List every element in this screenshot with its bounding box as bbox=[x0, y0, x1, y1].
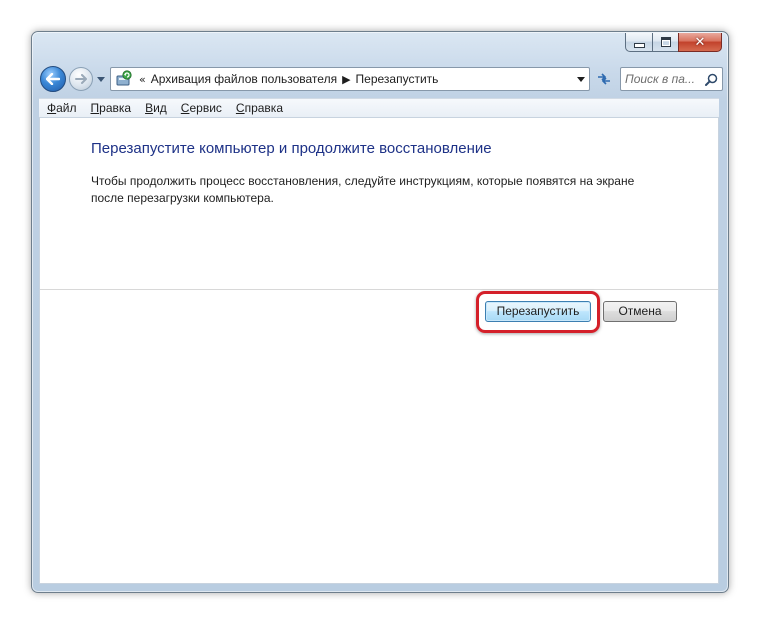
menu-file[interactable]: Файл bbox=[41, 101, 83, 115]
search-input[interactable] bbox=[625, 72, 703, 86]
explorer-window: ✕ « Архивация файлов пользователя ▶ Пере… bbox=[31, 31, 729, 593]
address-dropdown[interactable] bbox=[572, 68, 589, 90]
menu-bar: Файл Правка Вид Сервис Справка bbox=[39, 98, 719, 118]
maximize-button[interactable] bbox=[652, 33, 678, 52]
address-bar[interactable]: « Архивация файлов пользователя ▶ Переза… bbox=[110, 67, 590, 91]
minimize-button[interactable] bbox=[625, 33, 652, 52]
restart-button[interactable]: Перезапустить bbox=[485, 301, 591, 322]
breadcrumb-restart[interactable]: Перезапустить bbox=[356, 72, 439, 86]
back-button[interactable] bbox=[40, 66, 66, 92]
maximize-icon bbox=[660, 37, 671, 47]
page-title: Перезапустите компьютер и продолжите вос… bbox=[91, 140, 492, 157]
chevron-down-icon bbox=[97, 76, 105, 82]
forward-button[interactable] bbox=[69, 67, 93, 91]
breadcrumb-backup-files[interactable]: Архивация файлов пользователя bbox=[151, 72, 337, 86]
search-icon[interactable] bbox=[704, 72, 718, 86]
close-icon: ✕ bbox=[694, 34, 706, 50]
content-pane: Перезапустите компьютер и продолжите вос… bbox=[39, 118, 719, 584]
divider bbox=[40, 289, 718, 290]
chevron-down-icon bbox=[577, 76, 585, 82]
menu-help[interactable]: Справка bbox=[230, 101, 289, 115]
refresh-button[interactable] bbox=[592, 67, 616, 91]
close-button[interactable]: ✕ bbox=[678, 33, 722, 52]
arrow-right-icon bbox=[75, 74, 87, 84]
breadcrumb-separator[interactable]: « bbox=[139, 73, 146, 86]
navigation-bar: « Архивация файлов пользователя ▶ Переза… bbox=[40, 65, 724, 93]
minimize-icon bbox=[633, 42, 645, 48]
chevron-right-icon[interactable]: ▶ bbox=[342, 73, 350, 86]
search-box[interactable] bbox=[620, 67, 723, 91]
arrow-left-icon bbox=[46, 73, 60, 85]
instruction-text: Чтобы продолжить процесс восстановления,… bbox=[91, 174, 635, 205]
refresh-icon bbox=[598, 73, 610, 85]
menu-view[interactable]: Вид bbox=[139, 101, 173, 115]
cancel-button[interactable]: Отмена bbox=[603, 301, 677, 322]
recent-pages-dropdown[interactable] bbox=[96, 74, 106, 84]
caption-buttons: ✕ bbox=[625, 33, 722, 52]
menu-edit[interactable]: Правка bbox=[85, 101, 138, 115]
menu-tools[interactable]: Сервис bbox=[175, 101, 228, 115]
backup-restore-icon bbox=[114, 69, 134, 89]
